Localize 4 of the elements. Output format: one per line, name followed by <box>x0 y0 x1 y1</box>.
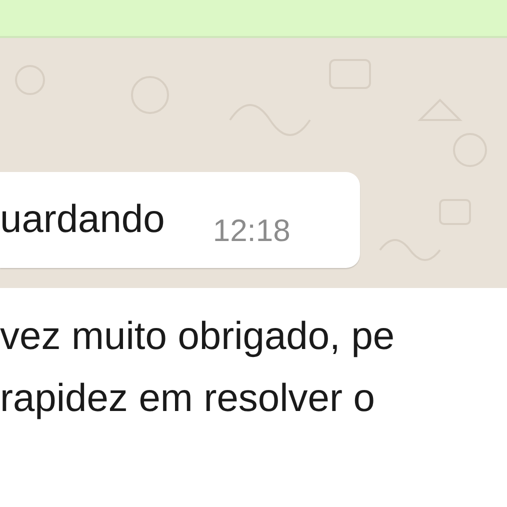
message-time: 12:18 <box>212 213 290 249</box>
message-text: vez muito obrigado, pe <box>0 314 395 360</box>
message-text: uardando <box>0 197 165 243</box>
message-text: rapidez em resolver o <box>0 376 375 422</box>
